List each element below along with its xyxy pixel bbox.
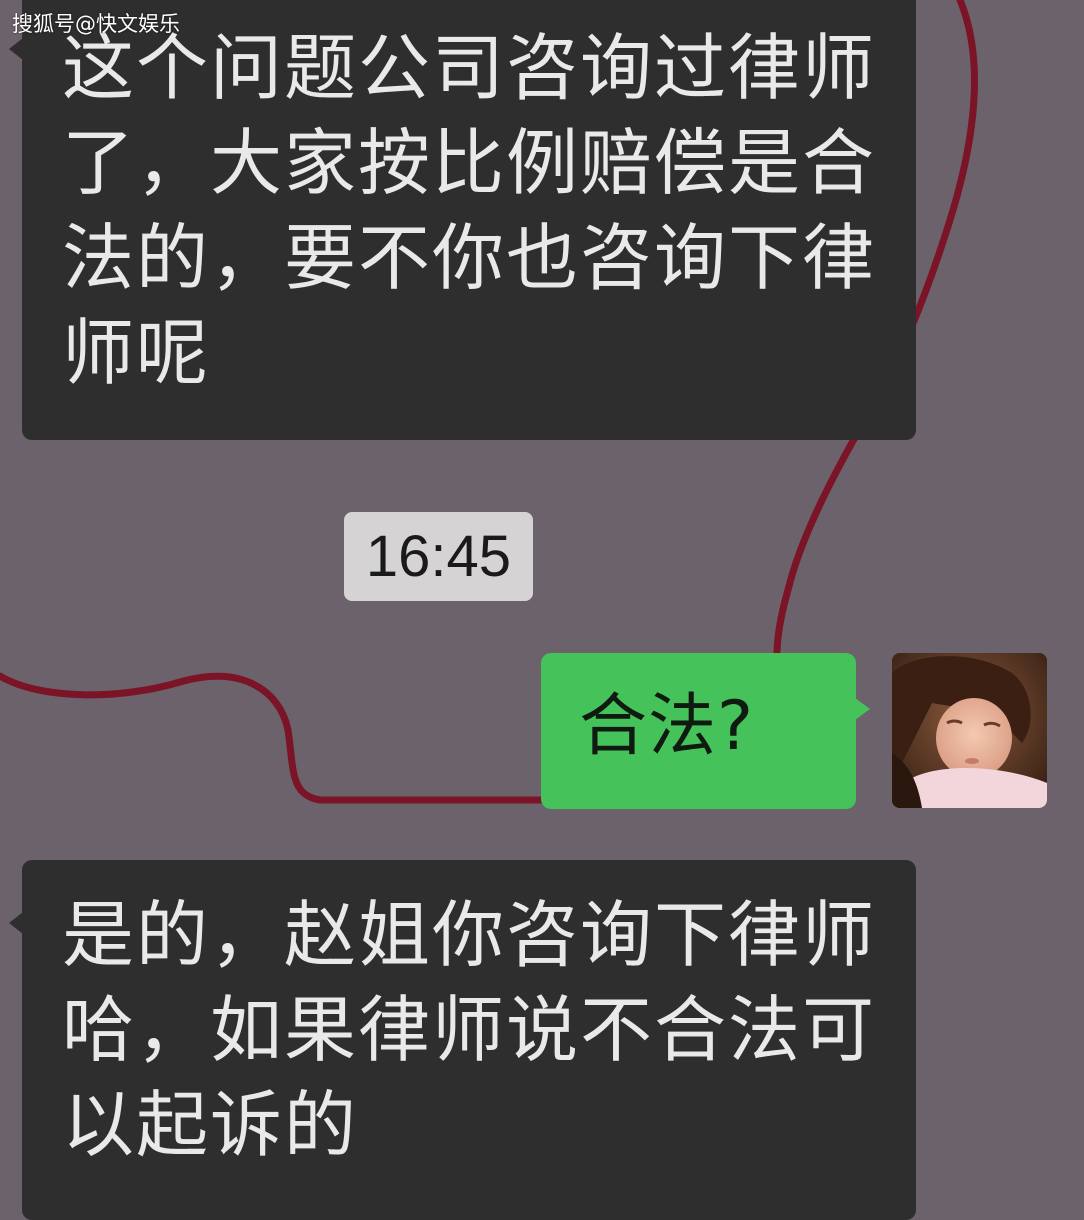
message-text: 合法?: [579, 687, 755, 766]
incoming-message-bubble[interactable]: 这个问题公司咨询过律师了，大家按比例赔偿是合法的，要不你也咨询下律师呢: [9, 0, 916, 440]
bubble-tail: [9, 912, 23, 934]
bubble-tail: [9, 38, 23, 60]
message-text: 是的，赵姐你咨询下律师哈，如果律师说不合法可以起诉的: [62, 893, 877, 1167]
bubble-tail: [855, 698, 870, 720]
sleeping-child-photo-icon: [892, 653, 1047, 808]
watermark: 搜狐号@快文娱乐: [12, 12, 180, 36]
message-text: 这个问题公司咨询过律师了，大家按比例赔偿是合法的，要不你也咨询下律师呢: [62, 26, 877, 395]
outgoing-message-bubble[interactable]: 合法?: [541, 653, 870, 809]
avatar[interactable]: [892, 653, 1047, 808]
message-timestamp: 16:45: [344, 512, 533, 601]
incoming-message-bubble[interactable]: 是的，赵姐你咨询下律师哈，如果律师说不合法可以起诉的: [9, 860, 916, 1220]
